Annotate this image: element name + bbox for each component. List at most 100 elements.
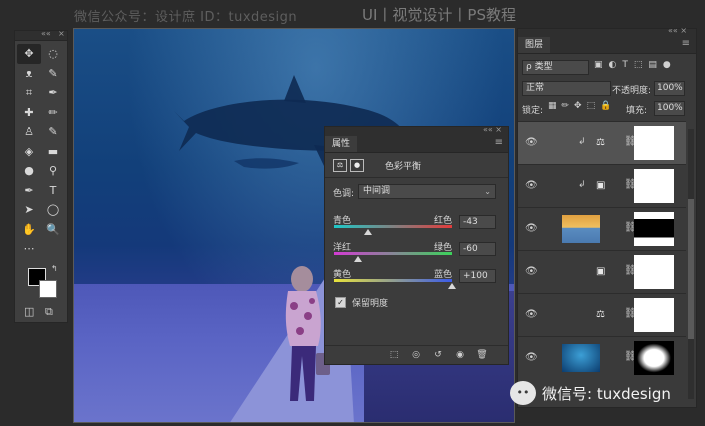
cyan-red-slider-handle[interactable] — [363, 229, 372, 235]
photo-filter-icon: ▣ — [596, 266, 606, 277]
tab-properties[interactable]: 属性 — [325, 136, 358, 152]
layer-mask-thumbnail[interactable] — [634, 169, 674, 203]
wechat-watermark: •• 微信号: tuxdesign — [510, 379, 671, 407]
eye-icon[interactable]: 👁 — [525, 137, 538, 148]
quick-select-tool-icon[interactable]: ✎ — [41, 64, 65, 84]
lock-label: 锁定: — [522, 106, 544, 116]
brush-tool-icon[interactable]: ✏ — [41, 103, 65, 123]
eye-icon[interactable]: 👁 — [525, 223, 538, 234]
zoom-tool-icon[interactable]: 🔍 — [41, 220, 65, 240]
layer-row[interactable]: 👁 ▣ ⛓ — [518, 250, 686, 293]
layer-thumbnail[interactable] — [562, 344, 600, 372]
clone-stamp-tool-icon[interactable]: ♙ — [17, 122, 41, 142]
cyan-red-slider-track[interactable] — [334, 225, 452, 228]
mask-icon[interactable]: ● — [350, 158, 364, 172]
balance-scale-icon[interactable]: ⚖ — [333, 158, 347, 172]
collapse-icon[interactable]: «« — [41, 29, 51, 38]
move-tool-icon[interactable]: ✥ — [17, 44, 41, 64]
panel-menu-icon[interactable]: ≡ — [495, 137, 503, 148]
magenta-green-value-input[interactable]: -60 — [459, 242, 496, 256]
layer-thumbnail[interactable] — [562, 215, 600, 243]
chevron-down-icon: ⌄ — [484, 187, 491, 196]
type-tool-icon[interactable]: T — [41, 181, 65, 201]
history-brush-tool-icon[interactable]: ✎ — [41, 122, 65, 142]
tool-grid: ✥ ◌ ᴥ ✎ ⌗ ✒ ✚ ✏ ♙ ✎ ◈ ▬ ● ⚲ ✒ T ➤ ◯ ✋ 🔍 ⋯ — [15, 41, 67, 259]
preserve-luminosity[interactable]: ✓ 保留明度 — [335, 296, 388, 309]
view-previous-icon[interactable]: ◎ — [409, 349, 423, 361]
balance-scale-icon: ⚖ — [596, 137, 605, 148]
layer-mask-thumbnail[interactable] — [634, 298, 674, 332]
marquee-tool-icon[interactable]: ◌ — [41, 44, 65, 64]
eraser-tool-icon[interactable]: ◈ — [17, 142, 41, 162]
quick-mask-icon[interactable]: ◫ — [24, 305, 34, 318]
adjustment-title: 色彩平衡 — [385, 161, 422, 172]
magenta-green-slider-handle[interactable] — [353, 256, 362, 262]
path-select-tool-icon[interactable]: ➤ — [17, 200, 41, 220]
layer-row[interactable]: 👁 ↲ ⚖ ⛓ — [518, 121, 686, 164]
fill-input[interactable]: 100% — [654, 101, 685, 116]
layer-mask-thumbnail[interactable] — [634, 212, 674, 246]
layers-scrollbar[interactable] — [688, 129, 694, 399]
delete-icon[interactable]: 🗑 — [475, 349, 489, 361]
collapse-icon[interactable]: «« × — [668, 26, 687, 35]
pen-tool-icon[interactable]: ✒ — [17, 181, 41, 201]
layer-filter-icons[interactable]: ▣◐T⬚▤● — [594, 60, 677, 70]
eye-icon[interactable]: 👁 — [525, 352, 538, 363]
hand-tool-icon[interactable]: ✋ — [17, 220, 41, 240]
collapse-icon[interactable]: «« × — [483, 125, 502, 134]
tone-select-value: 中间调 — [363, 186, 391, 196]
tools-panel-header[interactable]: «« × — [15, 29, 67, 41]
visibility-icon[interactable]: ◉ — [453, 349, 467, 361]
wechat-icon: •• — [510, 381, 536, 405]
tab-layers[interactable]: 图层 — [518, 37, 551, 53]
layer-filter-select[interactable]: ρ 类型 — [522, 60, 589, 75]
scroll-thumb[interactable] — [688, 199, 694, 339]
layer-row[interactable]: 👁 ⛓ — [518, 336, 686, 379]
balance-scale-icon: ⚖ — [596, 309, 605, 320]
layer-mask-thumbnail[interactable] — [634, 126, 674, 160]
layer-row[interactable]: 👁 ⛓ — [518, 207, 686, 250]
preserve-luminosity-label: 保留明度 — [352, 299, 389, 309]
fill-label: 填充: — [626, 106, 648, 116]
magenta-green-slider-track[interactable] — [334, 252, 452, 255]
screen-mode-icon[interactable]: ⧉ — [45, 305, 53, 319]
panel-menu-icon[interactable]: ≡ — [682, 38, 690, 49]
healing-brush-tool-icon[interactable]: ✚ — [17, 103, 41, 123]
shape-tool-icon[interactable]: ◯ — [41, 200, 65, 220]
wechat-id-text: 微信号: tuxdesign — [542, 384, 671, 403]
properties-panel: «« × 属性 ≡ ⚖ ● 色彩平衡 色调: 中间调 ⌄ 青色 红色 -43 洋红 绿色… — [324, 125, 509, 365]
opacity-label: 不透明度: — [612, 86, 652, 96]
background-color-swatch[interactable] — [39, 280, 57, 298]
layer-row[interactable]: 👁 ↲ ▣ ⛓ — [518, 164, 686, 207]
swap-colors-icon[interactable]: ↰ — [51, 264, 58, 273]
clip-to-layer-icon[interactable]: ⬚ — [387, 349, 401, 361]
yellow-blue-value-input[interactable]: +100 — [459, 269, 496, 283]
layer-row[interactable]: 👁 ⚖ ⛓ — [518, 293, 686, 336]
dodge-tool-icon[interactable]: ⚲ — [41, 161, 65, 181]
opacity-input[interactable]: 100% — [654, 81, 685, 96]
yellow-blue-slider-track[interactable] — [334, 279, 452, 282]
eyedropper-tool-icon[interactable]: ✒ — [41, 83, 65, 103]
cyan-red-value-input[interactable]: -43 — [459, 215, 496, 229]
gradient-tool-icon[interactable]: ▬ — [41, 142, 65, 162]
more-tools-icon[interactable]: ⋯ — [17, 239, 41, 259]
yellow-blue-slider-handle[interactable] — [448, 283, 456, 289]
blur-tool-icon[interactable]: ● — [17, 161, 41, 181]
layer-mask-thumbnail[interactable] — [634, 255, 674, 289]
crop-tool-icon[interactable]: ⌗ — [17, 83, 41, 103]
lock-icons[interactable]: ▦✏✥⬚🔒 — [548, 101, 616, 111]
watermark-right: UI丨视觉设计丨PS教程 — [362, 6, 516, 24]
layers-panel: «« × 图层 ≡ ρ 类型 ▣◐T⬚▤● 正常 不透明度: 100% 锁定: … — [517, 26, 697, 408]
reset-icon[interactable]: ↺ — [431, 349, 445, 361]
watermark-left: 微信公众号：设计庶 ID：tuxdesign — [74, 10, 298, 25]
eye-icon[interactable]: 👁 — [525, 309, 538, 320]
close-icon[interactable]: × — [58, 29, 65, 38]
lasso-tool-icon[interactable]: ᴥ — [17, 64, 41, 84]
preserve-luminosity-checkbox[interactable]: ✓ — [335, 297, 346, 308]
layer-mask-thumbnail[interactable] — [634, 341, 674, 375]
tone-select[interactable]: 中间调 ⌄ — [358, 184, 496, 199]
tone-label: 色调: — [333, 189, 355, 199]
eye-icon[interactable]: 👁 — [525, 180, 538, 191]
blend-mode-select[interactable]: 正常 — [522, 81, 611, 96]
eye-icon[interactable]: 👁 — [525, 266, 538, 277]
